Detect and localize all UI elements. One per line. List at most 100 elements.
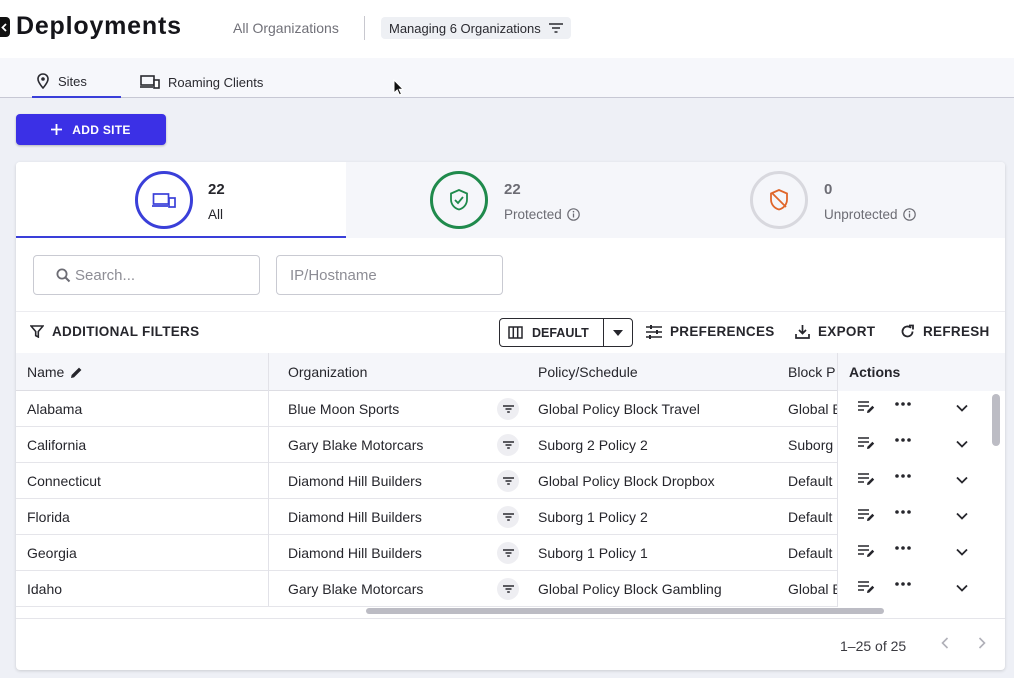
stats-bar: 22 All 22 Protected 0 Unprotected — [16, 162, 1005, 238]
cell-organization: Gary Blake Motorcars — [288, 437, 424, 453]
funnel-icon — [30, 325, 44, 338]
more-options-button[interactable] — [895, 582, 911, 586]
expand-row-button[interactable] — [956, 512, 968, 520]
more-options-button[interactable] — [895, 438, 911, 442]
add-site-button[interactable]: ADD SITE — [16, 114, 166, 145]
stat-all-circle — [135, 171, 193, 229]
page-header: Deployments All Organizations Managing 6… — [0, 0, 1014, 58]
pencil-icon[interactable] — [70, 366, 83, 379]
table-footer: 1–25 of 25 — [16, 618, 1005, 670]
stat-protected-label-text: Protected — [504, 207, 562, 222]
stat-all-label: All — [208, 207, 223, 222]
table-row[interactable]: Georgia Diamond Hill Builders Suborg 1 P… — [16, 535, 989, 571]
more-options-button[interactable] — [895, 546, 911, 550]
edit-list-icon — [858, 545, 875, 557]
column-header-policy[interactable]: Policy/Schedule — [538, 364, 638, 380]
table-body: Alabama Blue Moon Sports Global Policy B… — [16, 391, 1005, 607]
cell-policy: Global Policy Block Travel — [538, 401, 700, 417]
managing-organizations-button[interactable]: Managing 6 Organizations — [381, 17, 571, 39]
all-organizations-link[interactable]: All Organizations — [233, 20, 339, 36]
shield-check-icon — [450, 189, 468, 211]
column-header-block-page[interactable]: Block P — [788, 364, 837, 380]
table-row[interactable]: Idaho Gary Blake Motorcars Global Policy… — [16, 571, 989, 607]
stat-unprotected[interactable]: 0 Unprotected — [676, 162, 1005, 238]
view-dropdown-button[interactable] — [604, 329, 632, 336]
next-page-button[interactable] — [978, 636, 986, 654]
ip-hostname-input[interactable]: IP/Hostname — [276, 255, 503, 295]
refresh-button[interactable]: REFRESH — [900, 324, 990, 339]
cell-block-page: Suborg Block Page — [788, 437, 837, 453]
cell-policy: Suborg 1 Policy 2 — [538, 509, 648, 525]
tab-bar: Sites Roaming Clients — [0, 58, 1014, 98]
table-row[interactable]: Connecticut Diamond Hill Builders Global… — [16, 463, 989, 499]
edit-list-icon — [858, 509, 875, 521]
expand-row-button[interactable] — [956, 404, 968, 412]
expand-row-button[interactable] — [956, 476, 968, 484]
export-button[interactable]: EXPORT — [795, 324, 875, 339]
stat-unprotected-label: Unprotected — [824, 207, 916, 222]
edit-button[interactable] — [858, 436, 876, 450]
previous-page-button[interactable] — [941, 636, 949, 654]
expand-row-button[interactable] — [956, 584, 968, 592]
column-divider — [268, 353, 269, 606]
refresh-icon — [901, 324, 914, 338]
filter-by-organization-button[interactable] — [497, 506, 519, 528]
cell-block-page: Default Block Page — [788, 545, 837, 561]
table-row[interactable]: Alabama Blue Moon Sports Global Policy B… — [16, 391, 989, 427]
stat-protected-circle — [430, 171, 488, 229]
cell-block-page: Default Block Page — [788, 473, 837, 489]
row-actions — [837, 391, 989, 427]
edit-button[interactable] — [858, 508, 876, 522]
chevron-left-icon — [941, 637, 949, 649]
tab-sites[interactable]: Sites — [32, 66, 121, 98]
more-options-button[interactable] — [895, 402, 911, 406]
column-header-name[interactable]: Name — [27, 364, 83, 380]
more-options-button[interactable] — [895, 510, 911, 514]
additional-filters-button[interactable]: ADDITIONAL FILTERS — [30, 324, 199, 339]
info-icon[interactable] — [902, 208, 916, 221]
location-pin-icon — [37, 73, 49, 89]
cell-name: Georgia — [27, 545, 77, 561]
header-divider — [364, 16, 365, 40]
stat-all[interactable]: 22 All — [16, 162, 346, 238]
view-default-button[interactable]: DEFAULT — [500, 319, 604, 346]
refresh-label: REFRESH — [923, 324, 990, 339]
search-input[interactable]: Search... — [33, 255, 260, 295]
row-actions — [837, 427, 989, 463]
sliders-icon — [646, 324, 662, 339]
edit-button[interactable] — [858, 472, 876, 486]
cell-name: California — [27, 437, 87, 453]
edit-list-icon — [858, 437, 875, 449]
expand-row-button[interactable] — [956, 440, 968, 448]
managing-label: Managing 6 Organizations — [389, 20, 541, 36]
filter-by-organization-button[interactable] — [497, 542, 519, 564]
chevron-down-icon — [956, 548, 968, 556]
back-button[interactable] — [0, 17, 10, 37]
stat-protected[interactable]: 22 Protected — [346, 162, 676, 238]
filter-by-organization-button[interactable] — [497, 434, 519, 456]
edit-button[interactable] — [858, 580, 876, 594]
edit-list-icon — [858, 401, 875, 413]
preferences-button[interactable]: PREFERENCES — [646, 324, 775, 339]
horizontal-scrollbar[interactable] — [366, 608, 884, 614]
table-row[interactable]: California Gary Blake Motorcars Suborg 2… — [16, 427, 989, 463]
filter-by-organization-button[interactable] — [497, 470, 519, 492]
chevron-down-icon — [956, 512, 968, 520]
expand-row-button[interactable] — [956, 548, 968, 556]
filter-by-organization-button[interactable] — [497, 578, 519, 600]
filter-by-organization-button[interactable] — [497, 398, 519, 420]
edit-button[interactable] — [858, 544, 876, 558]
devices-icon — [152, 192, 176, 208]
sites-table: Name Organization Policy/Schedule Block … — [16, 353, 1005, 607]
info-icon[interactable] — [566, 208, 580, 221]
edit-button[interactable] — [858, 400, 876, 414]
more-horizontal-icon — [895, 402, 911, 406]
column-header-organization[interactable]: Organization — [288, 364, 367, 380]
additional-filters-label: ADDITIONAL FILTERS — [52, 324, 200, 339]
chevron-right-icon — [978, 637, 986, 649]
table-row[interactable]: Florida Diamond Hill Builders Suborg 1 P… — [16, 499, 989, 535]
more-options-button[interactable] — [895, 474, 911, 478]
vertical-scrollbar[interactable] — [992, 394, 1000, 446]
page-title: Deployments — [16, 12, 182, 40]
tab-roaming-clients[interactable]: Roaming Clients — [136, 66, 267, 98]
